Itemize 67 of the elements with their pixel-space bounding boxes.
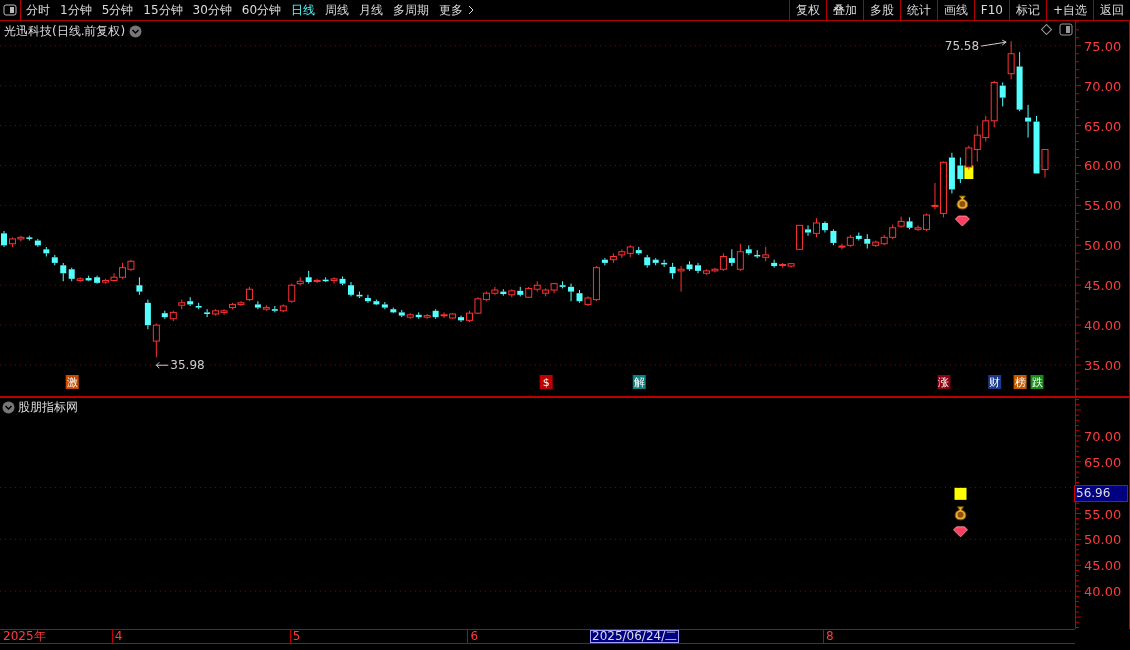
axis-label: 60.00 [1084, 158, 1122, 174]
axis-label: 70.00 [1084, 78, 1122, 94]
period-tab[interactable]: 30分钟 [187, 0, 237, 20]
date-label: 4 [114, 630, 123, 643]
toolbar-button[interactable]: 复权 [788, 0, 826, 20]
marker-label: 解 [633, 376, 645, 389]
axis-label: 35.00 [1084, 358, 1122, 374]
panel-toggle-icon[interactable] [1059, 23, 1073, 36]
period-tab[interactable]: 周线 [320, 0, 355, 20]
period-tab[interactable]: 15分钟 [138, 0, 188, 20]
axis-label: 55.00 [1084, 198, 1122, 214]
period-tab[interactable]: 月线 [354, 0, 389, 20]
date-label: 8 [825, 630, 834, 643]
panel-toggle-icon[interactable] [3, 4, 17, 16]
marker-label: 跌 [1031, 376, 1043, 389]
dropdown-icon[interactable] [129, 25, 143, 38]
period-tab[interactable]: 分时 [21, 0, 55, 20]
period-tab[interactable]: 5分钟 [96, 0, 139, 20]
period-tab[interactable]: 60分钟 [236, 0, 287, 20]
arrow-icon [155, 361, 169, 369]
stock-title: 光迅科技(日线.前复权) [4, 23, 126, 40]
money-bag-icon [956, 195, 969, 210]
axis-label: 50.00 [1084, 238, 1122, 254]
chevron-right-icon [467, 5, 476, 15]
axis-label: 65.00 [1084, 118, 1122, 134]
candlestick [136, 276, 143, 296]
axis-label: 55.00 [1084, 506, 1122, 522]
toolbar-button[interactable]: 画线 [936, 0, 974, 20]
period-tab[interactable]: 日线 [286, 0, 321, 20]
marker-label: 榜 [1014, 376, 1026, 389]
dropdown-icon[interactable] [2, 401, 15, 414]
toolbar-button[interactable]: 返回 [1093, 0, 1130, 20]
toolbar-button[interactable]: 统计 [899, 0, 937, 20]
period-tab[interactable]: 更多 [434, 0, 481, 20]
indicator-title: 股朋指标网 [18, 399, 78, 416]
axis-label: 65.00 [1084, 454, 1122, 470]
arrow-icon [980, 39, 1007, 47]
axis-label: 50.00 [1084, 532, 1122, 548]
date-label: 6 [470, 630, 479, 643]
axis-label: 75.00 [1084, 38, 1122, 54]
diamond-outline-icon[interactable] [1041, 24, 1052, 35]
money-bag-icon [954, 506, 967, 521]
diamond-icon [954, 215, 970, 227]
price-note: 75.58 [944, 39, 980, 54]
period-tab[interactable]: 1分钟 [55, 0, 97, 20]
toolbar-button[interactable]: +自选 [1045, 0, 1093, 20]
axis-label: 40.00 [1084, 584, 1122, 600]
toolbar-button[interactable]: F10 [973, 0, 1009, 20]
axis-label: 45.00 [1084, 558, 1122, 574]
year-label: 2025年 [3, 630, 46, 643]
axis-label: 45.00 [1084, 278, 1122, 294]
toolbar-button[interactable]: 多股 [862, 0, 900, 20]
marker-label: 涨 [938, 376, 950, 389]
cursor-date-label: 2025/06/24/二 [590, 630, 680, 643]
axis-label: 40.00 [1084, 318, 1122, 334]
toolbar-button[interactable]: 标记 [1008, 0, 1046, 20]
marker-label: 激 [66, 376, 78, 389]
date-label: 5 [292, 630, 301, 643]
marker-label: $ [542, 376, 550, 389]
current-value-label: 56.96 [1074, 485, 1128, 502]
period-tab[interactable]: 多周期 [388, 0, 435, 20]
candlestick [348, 281, 354, 297]
axis-label: 70.00 [1084, 428, 1122, 444]
price-note: 35.98 [170, 358, 205, 373]
marker-label: 财 [989, 376, 1001, 389]
diamond-icon [953, 526, 968, 538]
toolbar-button[interactable]: 叠加 [825, 0, 863, 20]
